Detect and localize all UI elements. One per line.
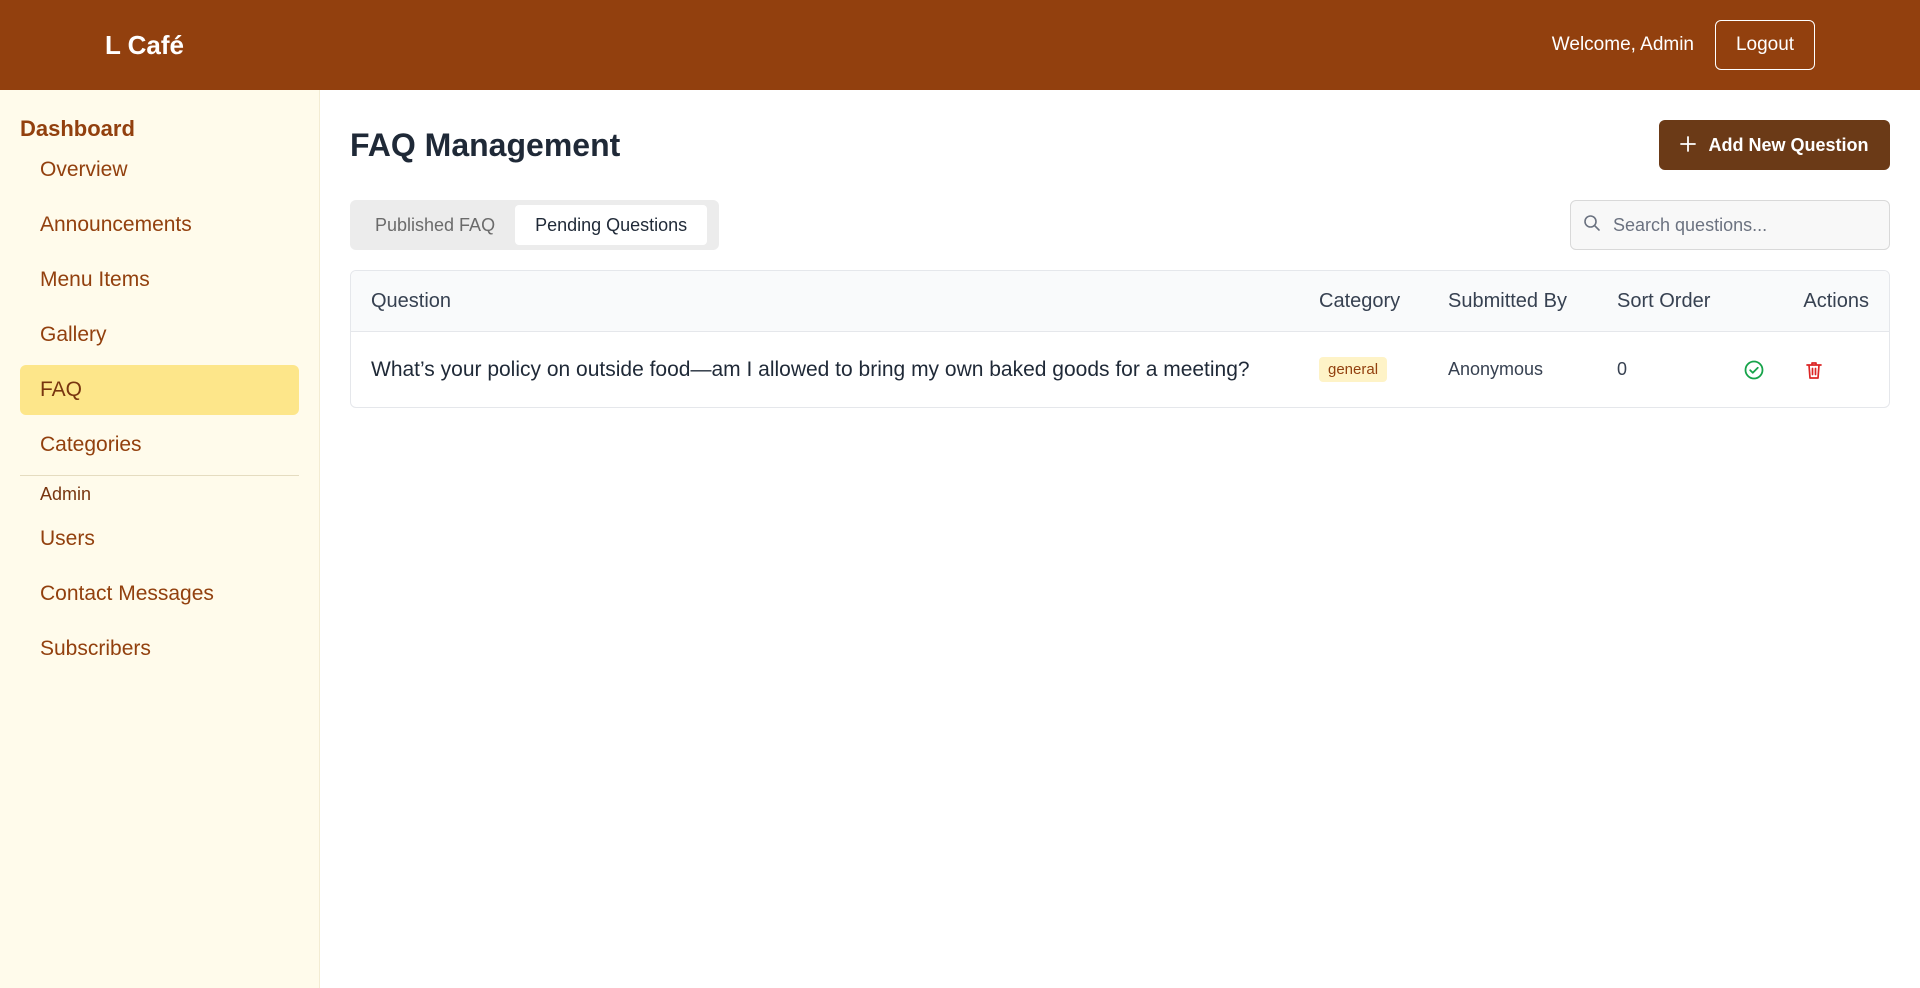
logout-button[interactable]: Logout	[1715, 20, 1815, 70]
table-header-row: Question Category Submitted By Sort Orde…	[351, 271, 1889, 332]
top-bar: L Café Welcome, Admin Logout	[0, 0, 1920, 90]
column-header-sort-order: Sort Order	[1617, 289, 1711, 312]
sidebar-section-admin: Admin	[40, 484, 92, 504]
sidebar-divider	[20, 475, 299, 476]
submitted-by-text: Anonymous	[1448, 359, 1544, 379]
search-input[interactable]	[1613, 214, 1883, 236]
category-badge-label: general	[1319, 357, 1388, 382]
sidebar-item-gallery[interactable]: Gallery	[20, 310, 299, 360]
sidebar: Dashboard Overview Announcements Menu It…	[0, 90, 320, 988]
sidebar-item-contact-messages[interactable]: Contact Messages	[20, 569, 299, 619]
main-content: FAQ Management Add New Question Publishe…	[321, 90, 1920, 988]
sidebar-item-overview[interactable]: Overview	[20, 145, 299, 195]
column-header-category: Category	[1319, 289, 1401, 312]
questions-table: Question Category Submitted By Sort Orde…	[350, 270, 1890, 408]
question-text: What’s your policy on outside food—am I …	[371, 357, 1250, 381]
sidebar-title: Dashboard	[20, 116, 135, 141]
tab-published-faq[interactable]: Published FAQ	[355, 205, 515, 245]
search-box	[1570, 200, 1890, 250]
delete-icon[interactable]	[1803, 359, 1825, 381]
tab-pending-questions[interactable]: Pending Questions	[515, 205, 708, 245]
category-badge: general	[1319, 357, 1388, 382]
add-question-button[interactable]: Add New Question	[1659, 120, 1890, 170]
sidebar-item-announcements[interactable]: Announcements	[20, 200, 299, 250]
sidebar-item-subscribers[interactable]: Subscribers	[20, 624, 299, 674]
sidebar-nav: Overview Announcements Menu Items Galler…	[20, 145, 299, 679]
sidebar-item-users[interactable]: Users	[20, 514, 299, 564]
column-header-question: Question	[371, 289, 452, 312]
faq-tabs: Published FAQ Pending Questions	[350, 200, 719, 250]
sidebar-item-faq[interactable]: FAQ	[20, 365, 299, 415]
sidebar-item-categories[interactable]: Categories	[20, 420, 299, 470]
page-title: FAQ Management	[350, 127, 621, 163]
welcome-text: Welcome, Admin	[1551, 34, 1694, 55]
approve-icon[interactable]	[1743, 359, 1765, 381]
sidebar-item-menu-items[interactable]: Menu Items	[20, 255, 299, 305]
sort-order-text: 0	[1617, 359, 1628, 379]
table-row: What’s your policy on outside food—am I …	[351, 332, 1889, 407]
column-header-actions: Actions	[1803, 289, 1869, 312]
column-header-submitted-by: Submitted By	[1448, 289, 1567, 312]
search-icon	[1583, 214, 1601, 237]
plus-icon	[1680, 133, 1697, 157]
add-question-label: Add New Question	[1708, 134, 1869, 155]
brand-logo[interactable]: L Café	[105, 29, 184, 61]
